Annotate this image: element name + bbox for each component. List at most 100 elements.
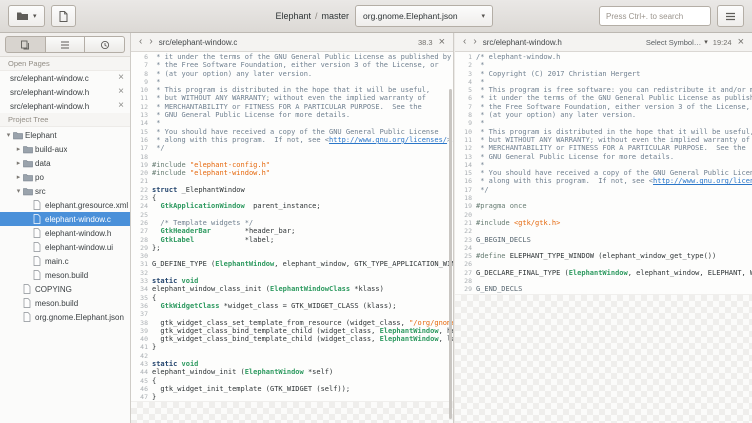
editor-title: src/elephant-window.h xyxy=(483,38,562,47)
code-line: 25 xyxy=(131,211,453,219)
tree-item-data[interactable]: ▸data xyxy=(0,156,130,170)
open-page-item[interactable]: src/elephant-window.h× xyxy=(0,99,130,113)
folder-icon xyxy=(23,159,35,168)
code-line: 11 * but WITHOUT ANY WARRANTY; without e… xyxy=(131,94,453,102)
open-page-label: src/elephant-window.h xyxy=(10,88,114,97)
code-area[interactable]: 1/* elephant-window.h2 *3 * Copyright (C… xyxy=(455,52,752,294)
code-line: 21#include <gtk/gtk.h> xyxy=(455,219,752,227)
code-line: 28 xyxy=(455,277,752,285)
select-symbol-button[interactable]: Select Symbol… ▾ xyxy=(646,38,708,47)
tree-panel-toggle[interactable] xyxy=(46,36,86,53)
cursor-position: 38.3 xyxy=(418,38,433,47)
open-page-label: src/elephant-window.c xyxy=(10,74,114,83)
open-pages-list: src/elephant-window.c×src/elephant-windo… xyxy=(0,71,130,113)
code-line: 6 * it under the terms of the GNU Genera… xyxy=(131,53,453,61)
line-number: 25 xyxy=(131,211,152,219)
line-number: 32 xyxy=(131,269,152,277)
search-input[interactable] xyxy=(599,6,711,26)
line-number: 47 xyxy=(131,393,152,401)
code-line: 22 xyxy=(455,227,752,235)
code-line: 41} xyxy=(131,343,453,351)
line-number: 29 xyxy=(455,285,476,293)
tree-item-elephant-window.h[interactable]: elephant-window.h xyxy=(0,226,130,240)
tree-item-build-aux[interactable]: ▸build-aux xyxy=(0,142,130,156)
code-line: 29}; xyxy=(131,244,453,252)
line-number: 23 xyxy=(455,236,476,244)
tree-item-org.gnome.Elephant.json[interactable]: org.gnome.Elephant.json xyxy=(0,310,130,324)
history-panel-toggle[interactable] xyxy=(85,36,125,53)
close-icon[interactable]: × xyxy=(114,73,124,83)
tree-item-elephant-window.ui[interactable]: elephant-window.ui xyxy=(0,240,130,254)
tree-item-Elephant[interactable]: ▾Elephant xyxy=(0,128,130,142)
caret-down-icon: ▾ xyxy=(704,39,708,46)
tree-item-meson.build[interactable]: meson.build xyxy=(0,296,130,310)
clock-icon xyxy=(100,40,110,50)
line-number: 37 xyxy=(131,310,152,318)
code-line: 32 xyxy=(131,269,453,277)
line-number: 33 xyxy=(131,277,152,285)
breadcrumb-separator: / xyxy=(315,11,318,21)
project-tree-header: Project Tree xyxy=(0,113,130,127)
line-number: 21 xyxy=(131,177,152,185)
vertical-scrollbar[interactable] xyxy=(449,89,452,419)
close-icon[interactable]: × xyxy=(114,101,124,111)
tree-item-src[interactable]: ▾src xyxy=(0,184,130,198)
nav-forward-icon[interactable]: › xyxy=(148,37,153,47)
close-icon[interactable]: × xyxy=(737,37,745,48)
project-breadcrumb[interactable]: Elephant / master xyxy=(275,11,349,21)
tree-item-COPYING[interactable]: COPYING xyxy=(0,282,130,296)
tree-item-po[interactable]: ▸po xyxy=(0,170,130,184)
project-tree: ▾Elephant▸build-aux▸data▸po▾srcelephant.… xyxy=(0,127,130,423)
line-number: 45 xyxy=(131,377,152,385)
pages-panel-toggle[interactable] xyxy=(5,36,46,53)
code-line: 15 * You should have received a copy of … xyxy=(131,128,453,136)
line-number: 9 xyxy=(455,119,476,127)
nav-forward-icon[interactable]: › xyxy=(472,37,477,47)
branch-name: master xyxy=(322,11,350,21)
tree-item-meson.build[interactable]: meson.build xyxy=(0,268,130,282)
code-line: 18 xyxy=(131,153,453,161)
expander-open-icon[interactable]: ▾ xyxy=(4,132,13,139)
code-line: 30 xyxy=(131,252,453,260)
line-number: 27 xyxy=(455,269,476,277)
line-number: 38 xyxy=(131,319,152,327)
sidebar: Open Pages src/elephant-window.c×src/ele… xyxy=(0,33,131,423)
code-line: 11 * but WITHOUT ANY WARRANTY; without e… xyxy=(455,136,752,144)
new-document-icon xyxy=(59,11,68,22)
nav-back-icon[interactable]: ‹ xyxy=(138,37,143,47)
line-number: 18 xyxy=(131,153,152,161)
open-document-button[interactable]: ▾ xyxy=(8,5,45,27)
line-number: 34 xyxy=(131,285,152,293)
build-config-button[interactable]: org.gnome.Elephant.json ▾ xyxy=(355,5,493,27)
line-number: 46 xyxy=(131,385,152,393)
line-number: 20 xyxy=(455,211,476,219)
tree-item-elephant.gresource.xml[interactable]: elephant.gresource.xml xyxy=(0,198,130,212)
close-icon[interactable]: × xyxy=(438,37,446,48)
expander-closed-icon[interactable]: ▸ xyxy=(14,160,23,167)
tree-item-main.c[interactable]: main.c xyxy=(0,254,130,268)
code-line: 17 */ xyxy=(455,186,752,194)
open-page-item[interactable]: src/elephant-window.h× xyxy=(0,85,130,99)
tree-item-label: elephant-window.c xyxy=(45,215,111,224)
code-line: 27G_DECLARE_FINAL_TYPE (ElephantWindow, … xyxy=(455,269,752,277)
code-line: 15 * You should have received a copy of … xyxy=(455,169,752,177)
new-document-button[interactable] xyxy=(51,5,76,27)
line-number: 27 xyxy=(131,227,152,235)
line-number: 17 xyxy=(131,144,152,152)
menu-button[interactable] xyxy=(717,5,744,27)
close-icon[interactable]: × xyxy=(114,87,124,97)
expander-open-icon[interactable]: ▾ xyxy=(14,188,23,195)
line-number: 25 xyxy=(455,252,476,260)
editor-header-right: ‹ › src/elephant-window.h Select Symbol…… xyxy=(455,33,752,52)
expander-closed-icon[interactable]: ▸ xyxy=(14,146,23,153)
code-area[interactable]: 6 * it under the terms of the GNU Genera… xyxy=(131,52,453,401)
line-number: 22 xyxy=(455,227,476,235)
expander-closed-icon[interactable]: ▸ xyxy=(14,174,23,181)
tree-item-elephant-window.c[interactable]: elephant-window.c xyxy=(0,212,130,226)
editor-title: src/elephant-window.c xyxy=(159,38,238,47)
nav-back-icon[interactable]: ‹ xyxy=(462,37,467,47)
code-line: 7 * the Free Software Foundation, either… xyxy=(455,103,752,111)
line-number: 9 xyxy=(131,78,152,86)
code-line: 40 gtk_widget_class_bind_template_child … xyxy=(131,335,453,343)
open-page-item[interactable]: src/elephant-window.c× xyxy=(0,71,130,85)
